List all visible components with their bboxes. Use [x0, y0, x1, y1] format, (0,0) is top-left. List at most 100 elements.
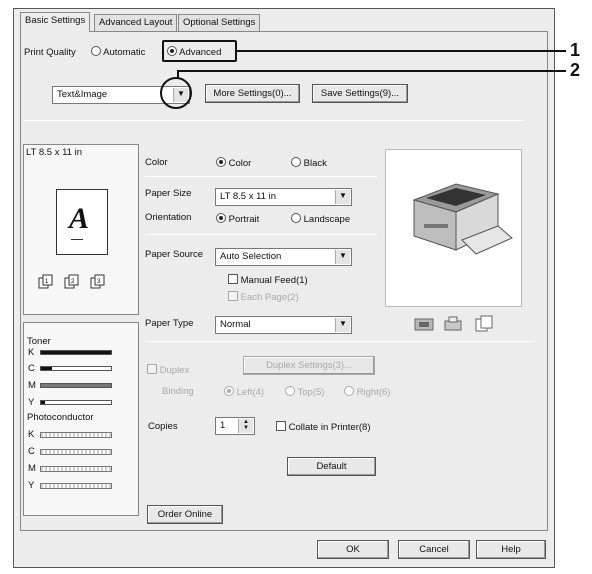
toner-k-label: K	[28, 347, 35, 358]
consumables-panel: Toner K C M Y Photoconductor K C M Y	[23, 322, 139, 516]
toner-y-fill	[41, 401, 45, 404]
radio-icon	[344, 386, 354, 396]
manual-feed-label: Manual Feed(1)	[240, 275, 308, 286]
landscape-radio[interactable]: Landscape	[291, 213, 350, 225]
tab-advanced-layout[interactable]: Advanced Layout	[94, 14, 178, 32]
orientation-label: Orientation	[145, 212, 192, 223]
page-stack-icon-1: 1	[38, 274, 53, 289]
toner-m-level-bar	[40, 383, 112, 388]
quality-mode-value: Text&Image	[57, 89, 108, 100]
collate-label: Collate in Printer(8)	[288, 422, 371, 433]
each-page-checkbox[interactable]: Each Page(2)	[228, 291, 299, 303]
tab-optional-settings[interactable]: Optional Settings	[178, 14, 261, 32]
binding-label: Binding	[162, 386, 194, 397]
radio-icon	[216, 157, 226, 167]
toner-k-fill	[41, 351, 111, 354]
binding-top-radio[interactable]: Top(5)	[285, 386, 324, 398]
printer-settings-icon[interactable]	[443, 315, 465, 333]
paper-source-value: Auto Selection	[220, 251, 282, 262]
print-quality-label: Print Quality	[24, 47, 76, 58]
cancel-button[interactable]: Cancel	[398, 540, 470, 559]
toner-m-fill	[41, 384, 111, 387]
paper-type-select[interactable]: Normal ▼	[215, 316, 352, 334]
toner-k-level-bar	[40, 350, 112, 355]
copies-stepper[interactable]: 1 ▲ ▼	[215, 417, 255, 435]
paper-size-preview-label: LT 8.5 x 11 in	[26, 147, 82, 158]
checkbox-icon	[228, 274, 238, 284]
photo-c-label: C	[28, 446, 35, 457]
collate-checkbox[interactable]: Collate in Printer(8)	[276, 421, 370, 433]
separator	[145, 234, 377, 235]
radio-icon	[291, 157, 301, 167]
paper-type-label: Paper Type	[145, 318, 194, 329]
photo-c-level-bar	[40, 449, 112, 455]
separator	[145, 176, 377, 177]
advanced-radio[interactable]: Advanced	[167, 46, 221, 58]
document-icon[interactable]	[473, 315, 495, 333]
toner-label: Toner	[27, 336, 51, 347]
paper-source-select[interactable]: Auto Selection ▼	[215, 248, 352, 266]
save-settings-button[interactable]: Save Settings(9)...	[312, 84, 408, 103]
photo-m-fill	[41, 467, 111, 471]
photo-y-fill	[41, 484, 111, 488]
paper-source-label: Paper Source	[145, 249, 204, 260]
color-label: Color	[145, 157, 168, 168]
each-page-label: Each Page(2)	[240, 292, 299, 303]
paper-type-value: Normal	[220, 319, 251, 330]
toner-y-label: Y	[28, 397, 35, 408]
photo-m-label: M	[28, 463, 36, 474]
paper-size-label: Paper Size	[145, 188, 192, 199]
chevron-down-icon[interactable]: ▼	[335, 250, 350, 264]
chevron-down-icon[interactable]: ▼	[335, 318, 350, 332]
ok-button[interactable]: OK	[317, 540, 389, 559]
toner-c-label: C	[28, 363, 35, 374]
order-online-button[interactable]: Order Online	[147, 505, 223, 524]
page-preview-glyph: A	[69, 202, 90, 235]
spin-arrows-icon[interactable]: ▲ ▼	[238, 419, 253, 433]
chevron-down-icon[interactable]: ▼	[335, 190, 350, 204]
photo-c-fill	[41, 450, 111, 454]
photo-y-label: Y	[28, 480, 35, 491]
page-stack-icon-3: 3	[90, 274, 105, 289]
radio-icon	[216, 213, 226, 223]
toner-m-label: M	[28, 380, 36, 391]
printer-image	[412, 183, 513, 255]
automatic-radio[interactable]: Automatic	[91, 46, 145, 58]
callout-line-2	[178, 70, 566, 72]
duplex-settings-button[interactable]: Duplex Settings(3)...	[243, 356, 375, 375]
tab-basic-settings[interactable]: Basic Settings	[20, 12, 91, 32]
page-preview: A	[56, 189, 108, 255]
callout-number-1: 1	[570, 40, 581, 60]
more-settings-button[interactable]: More Settings(0)...	[205, 84, 300, 103]
color-radio[interactable]: Color	[216, 157, 251, 169]
photo-y-level-bar	[40, 483, 112, 489]
photo-k-level-bar	[40, 432, 112, 438]
radio-icon	[167, 46, 177, 56]
portrait-radio[interactable]: Portrait	[216, 213, 259, 225]
advanced-label: Advanced	[179, 47, 222, 58]
binding-right-label: Right(6)	[356, 387, 391, 398]
paper-size-value: LT 8.5 x 11 in	[220, 191, 276, 202]
default-button[interactable]: Default	[287, 457, 376, 476]
radio-icon	[285, 386, 295, 396]
binding-left-radio[interactable]: Left(4)	[224, 386, 264, 398]
photo-k-label: K	[28, 429, 35, 440]
help-button[interactable]: Help	[476, 540, 546, 559]
separator	[24, 120, 524, 121]
copies-value: 1	[220, 420, 226, 431]
separator	[145, 341, 535, 342]
color-option-label: Color	[228, 158, 252, 169]
binding-left-label: Left(4)	[236, 387, 265, 398]
toner-c-fill	[41, 367, 52, 370]
photo-k-fill	[41, 433, 111, 437]
checkbox-icon	[147, 364, 157, 374]
portrait-label: Portrait	[228, 214, 260, 225]
callout-connector-2	[177, 70, 179, 79]
black-radio[interactable]: Black	[291, 157, 327, 169]
duplex-checkbox[interactable]: Duplex	[147, 364, 189, 376]
dropdown-callout-circle	[160, 77, 192, 109]
binding-right-radio[interactable]: Right(6)	[344, 386, 390, 398]
paper-size-select[interactable]: LT 8.5 x 11 in ▼	[215, 188, 352, 206]
printer-status-icon[interactable]	[413, 315, 435, 333]
manual-feed-checkbox[interactable]: Manual Feed(1)	[228, 274, 308, 286]
